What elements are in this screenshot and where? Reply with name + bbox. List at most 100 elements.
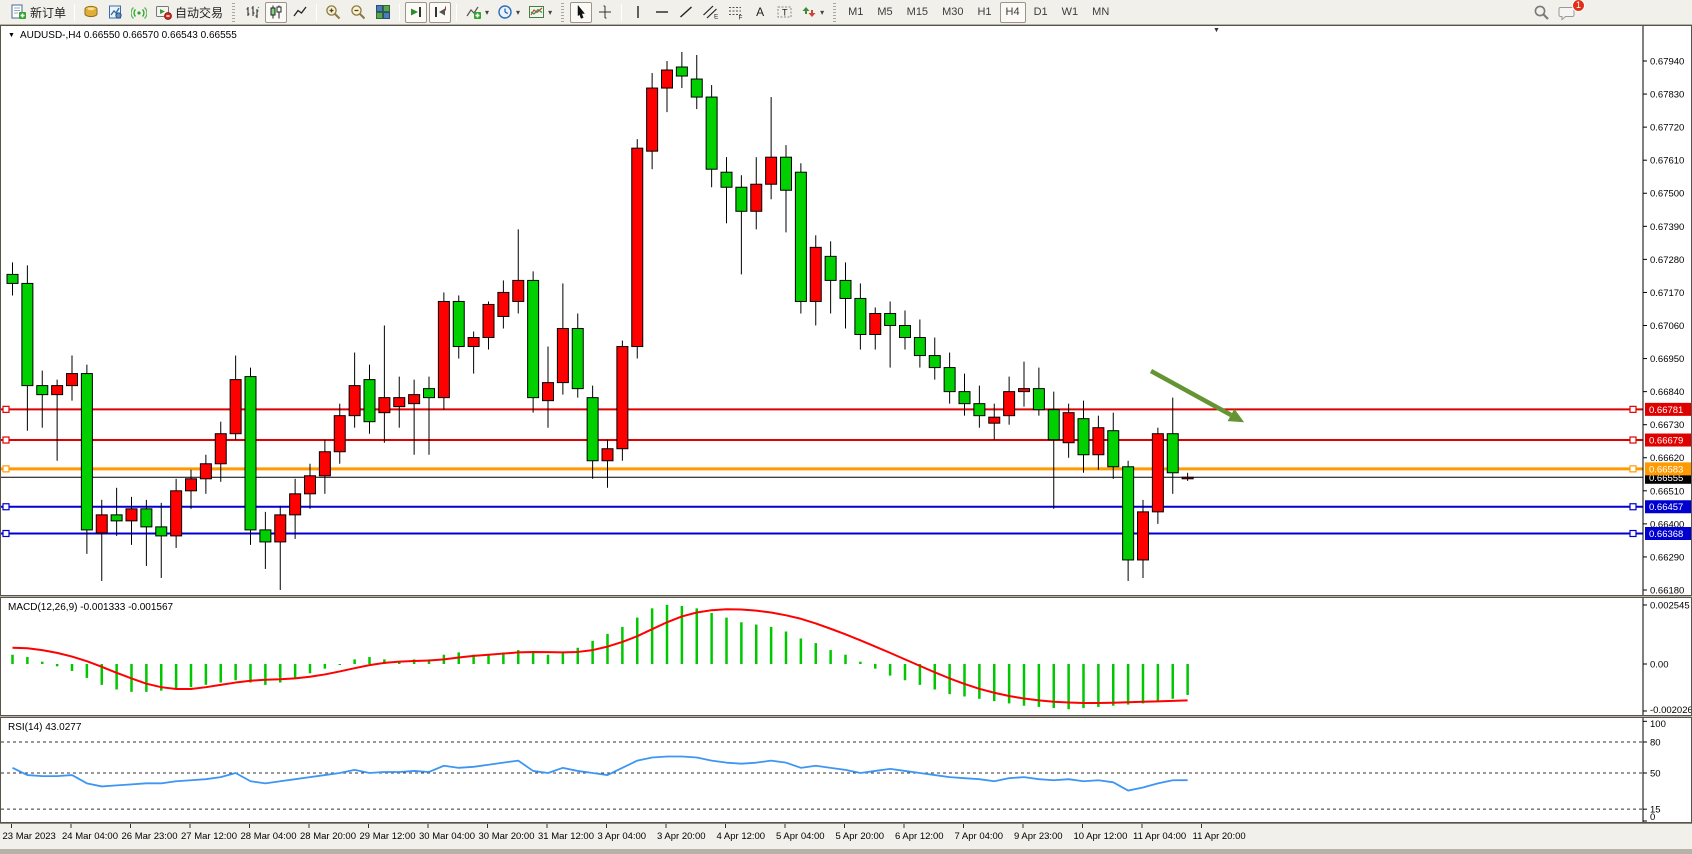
- periods-dropdown-caret[interactable]: ▾: [516, 8, 520, 17]
- toolbar-separator: [316, 4, 317, 21]
- svg-text:0.66180: 0.66180: [1650, 585, 1684, 595]
- equidistant-channel-tool-button[interactable]: E: [699, 2, 722, 23]
- chart-shift-marker-icon[interactable]: ▼: [1213, 27, 1220, 34]
- chart-shift-button[interactable]: [429, 2, 451, 23]
- svg-text:30 Mar 04:00: 30 Mar 04:00: [419, 831, 475, 842]
- tile-windows-icon: [375, 4, 391, 20]
- templates-button[interactable]: ▾: [525, 2, 555, 23]
- text-label-glyph: T: [782, 8, 788, 18]
- svg-text:30 Mar 20:00: 30 Mar 20:00: [479, 831, 535, 842]
- new-order-label: 新订单: [30, 4, 66, 21]
- chart-title: ▼ AUDUSD-,H4 0.66550 0.66570 0.66543 0.6…: [8, 30, 237, 41]
- timeframe-button-M5[interactable]: M5: [871, 2, 898, 23]
- navigator-button[interactable]: [104, 2, 126, 23]
- zoom-in-icon: [325, 4, 342, 20]
- trendline-icon: [678, 4, 694, 20]
- svg-text:31 Mar 12:00: 31 Mar 12:00: [538, 831, 594, 842]
- bar-chart-button[interactable]: [241, 2, 263, 23]
- candlestick-chart-button[interactable]: [265, 2, 287, 23]
- text-label-tool-button[interactable]: T: [773, 2, 796, 23]
- crosshair-button[interactable]: [594, 2, 616, 23]
- indicators-dropdown-caret[interactable]: ▾: [485, 8, 489, 17]
- svg-text:0.67060: 0.67060: [1650, 321, 1684, 332]
- rsi-axis[interactable]: 1008050150: [1643, 718, 1666, 822]
- cursor-button[interactable]: [570, 2, 592, 23]
- price-chart-canvas[interactable]: 0.679400.678300.677200.676100.675000.673…: [1, 26, 1691, 595]
- svg-text:27 Mar 12:00: 27 Mar 12:00: [181, 831, 237, 842]
- notifications-button[interactable]: 1: [1555, 2, 1579, 23]
- chart-menu-marker-icon[interactable]: ▼: [8, 32, 15, 39]
- text-tool-button[interactable]: A: [749, 2, 771, 23]
- macd-signal-line: [13, 609, 1188, 703]
- arrows-dropdown-caret[interactable]: ▾: [820, 8, 824, 17]
- macd-histogram: [11, 605, 1189, 709]
- horizontal-line-icon: [654, 4, 670, 20]
- vertical-line-tool-button[interactable]: [627, 2, 649, 23]
- rsi-indicator-panel[interactable]: 1008050150 RSI(14) 43.0277: [0, 717, 1692, 823]
- main-chart-panel[interactable]: 0.679400.678300.677200.676100.675000.673…: [0, 25, 1692, 596]
- svg-text:0.002545: 0.002545: [1650, 600, 1690, 611]
- svg-text:0.66368: 0.66368: [1649, 529, 1683, 540]
- fibonacci-tool-button[interactable]: F: [724, 2, 747, 23]
- horizontal-line-tool-button[interactable]: [651, 2, 673, 23]
- svg-text:-0.002026: -0.002026: [1650, 705, 1691, 715]
- price-axis[interactable]: 0.679400.678300.677200.676100.675000.673…: [1643, 26, 1691, 595]
- svg-text:0.67940: 0.67940: [1650, 57, 1684, 68]
- rsi-canvas[interactable]: 1008050150: [1, 718, 1691, 822]
- macd-indicator-panel[interactable]: 0.002545 0.00 -0.002026 MACD(12,26,9) -0.0…: [0, 597, 1692, 716]
- timeframe-button-H4[interactable]: H4: [1000, 2, 1026, 23]
- arrows-tool-button[interactable]: ▾: [798, 2, 827, 23]
- line-chart-icon: [292, 4, 308, 20]
- cursor-icon: [573, 4, 589, 20]
- new-order-button[interactable]: 新订单: [7, 2, 69, 23]
- trend-arrow-annotation[interactable]: [1151, 371, 1244, 422]
- trendline-tool-button[interactable]: [675, 2, 697, 23]
- signals-button[interactable]: [128, 2, 150, 23]
- market-watch-button[interactable]: [80, 2, 102, 23]
- macd-axis[interactable]: 0.002545 0.00 -0.002026: [1643, 598, 1691, 715]
- toolbar-separator: [456, 4, 457, 21]
- svg-text:3 Apr 20:00: 3 Apr 20:00: [657, 831, 706, 842]
- indicators-button[interactable]: ▾: [462, 2, 492, 23]
- macd-canvas[interactable]: 0.002545 0.00 -0.002026: [1, 598, 1691, 715]
- svg-text:0.66840: 0.66840: [1650, 387, 1684, 398]
- bar-chart-icon: [244, 4, 260, 20]
- zoom-in-button[interactable]: [322, 2, 345, 23]
- timeframe-group: M1M5M15M30H1H4D1W1MN: [841, 2, 1116, 23]
- timeframe-button-W1[interactable]: W1: [1056, 2, 1085, 23]
- svg-text:0.66583: 0.66583: [1649, 464, 1683, 475]
- time-axis[interactable]: 23 Mar 202324 Mar 04:0026 Mar 23:0027 Ma…: [0, 823, 1692, 849]
- periods-button[interactable]: ▾: [494, 2, 523, 23]
- tile-windows-button[interactable]: [372, 2, 394, 23]
- templates-dropdown-caret[interactable]: ▾: [548, 8, 552, 17]
- line-chart-button[interactable]: [289, 2, 311, 23]
- timeframe-button-M1[interactable]: M1: [842, 2, 869, 23]
- search-button[interactable]: [1530, 2, 1553, 23]
- svg-text:23 Mar 2023: 23 Mar 2023: [3, 831, 56, 842]
- hline-0.66368[interactable]: [1, 530, 1643, 536]
- macd-label: MACD(12,26,9) -0.001333 -0.001567: [8, 602, 173, 613]
- zoom-out-icon: [350, 4, 367, 20]
- time-axis-canvas: 23 Mar 202324 Mar 04:0026 Mar 23:0027 Ma…: [0, 824, 1692, 849]
- chart-title-text: AUDUSD-,H4 0.66550 0.66570 0.66543 0.665…: [20, 30, 237, 41]
- svg-text:0.67390: 0.67390: [1650, 222, 1684, 233]
- zoom-out-button[interactable]: [347, 2, 370, 23]
- svg-text:0.00: 0.00: [1650, 660, 1669, 671]
- fibonacci-sub: F: [739, 15, 743, 21]
- candles-layer: [7, 52, 1193, 590]
- auto-scroll-button[interactable]: [405, 2, 427, 23]
- timeframe-button-D1[interactable]: D1: [1028, 2, 1054, 23]
- svg-text:10 Apr 12:00: 10 Apr 12:00: [1074, 831, 1128, 842]
- svg-text:28 Mar 20:00: 28 Mar 20:00: [300, 831, 356, 842]
- toolbar-separator: [621, 4, 622, 21]
- svg-text:3 Apr 04:00: 3 Apr 04:00: [598, 831, 647, 842]
- toolbar-separator: [399, 4, 400, 21]
- timeframe-button-M30[interactable]: M30: [936, 2, 969, 23]
- timeframe-button-MN[interactable]: MN: [1086, 2, 1115, 23]
- notification-badge: 1: [1572, 0, 1585, 12]
- timeframe-button-M15[interactable]: M15: [901, 2, 934, 23]
- timeframe-button-H1[interactable]: H1: [971, 2, 997, 23]
- autotrading-button[interactable]: 自动交易: [152, 2, 226, 23]
- auto-scroll-icon: [408, 4, 424, 20]
- autotrading-icon: [155, 4, 172, 20]
